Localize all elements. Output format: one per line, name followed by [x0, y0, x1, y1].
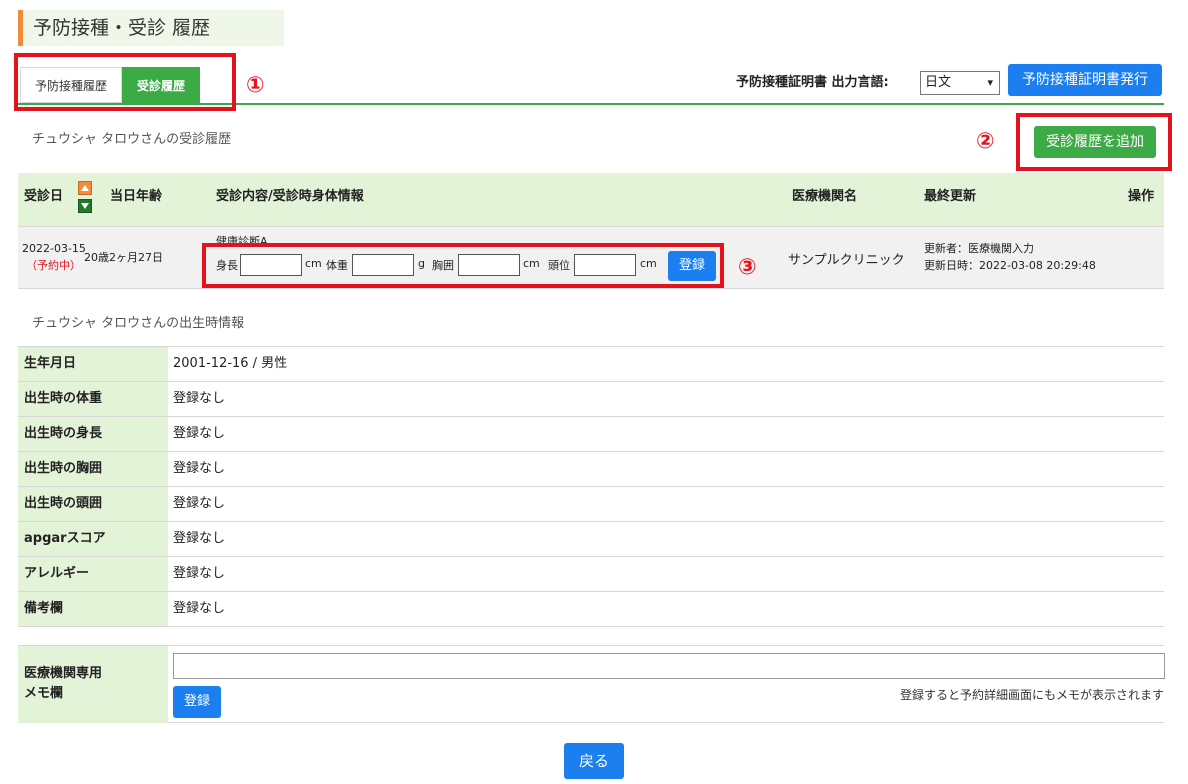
- sort-descending-icon[interactable]: [78, 199, 92, 213]
- annotation-number-1: ①: [246, 73, 265, 98]
- row-value: 2001-12-16 / 男性: [173, 356, 288, 371]
- annotation-number-2: ②: [976, 129, 995, 154]
- birth-info-subtitle: チュウシャ タロウさんの出生時情報: [32, 316, 245, 331]
- back-button[interactable]: 戻る: [564, 743, 624, 779]
- annotation-number-3: ③: [738, 255, 757, 280]
- row-label: 出生時の頭囲: [18, 487, 168, 521]
- language-selected-value: 日文: [925, 75, 952, 90]
- column-header-action: 操作: [1128, 189, 1155, 204]
- table-row: 出生時の頭囲 登録なし: [18, 487, 1164, 522]
- table-row: 備考欄 登録なし: [18, 592, 1164, 627]
- memo-label: 医療機関専用 メモ欄: [18, 646, 168, 723]
- row-value: 登録なし: [173, 601, 226, 616]
- issue-certificate-button[interactable]: 予防接種証明書発行: [1008, 64, 1162, 96]
- memo-section: 医療機関専用 メモ欄 登録 登録すると予約詳細画面にもメモが表示されます: [18, 645, 1165, 723]
- row-label: 出生時の身長: [18, 417, 168, 451]
- column-header-updated: 最終更新: [924, 189, 977, 204]
- table-row: apgarスコア 登録なし: [18, 522, 1164, 557]
- row-value: 登録なし: [173, 391, 226, 406]
- table-row: アレルギー 登録なし: [18, 557, 1164, 592]
- annotation-box-1: [14, 53, 236, 111]
- sort-ascending-icon[interactable]: [78, 181, 92, 195]
- chevron-down-icon: ▾: [987, 76, 993, 89]
- page-title: 予防接種・受診 履歴: [18, 10, 284, 46]
- column-header-date: 受診日: [24, 189, 64, 204]
- updated-at: 更新日時：2022-03-08 20:29:48: [924, 259, 1096, 272]
- table-row: 出生時の身長 登録なし: [18, 417, 1164, 452]
- visit-status: （予約中）: [26, 259, 81, 272]
- row-value: 登録なし: [173, 566, 226, 581]
- updated-by: 更新者：医療機関入力: [924, 242, 1034, 255]
- certificate-language-label: 予防接種証明書 出力言語:: [736, 75, 889, 90]
- column-header-content: 受診内容/受診時身体情報: [216, 189, 364, 204]
- row-value: 登録なし: [173, 426, 226, 441]
- memo-register-button[interactable]: 登録: [173, 686, 221, 718]
- table-row: 出生時の体重 登録なし: [18, 382, 1164, 417]
- visit-age: 20歳2ヶ月27日: [84, 251, 163, 264]
- birth-info-table: 生年月日 2001-12-16 / 男性 出生時の体重 登録なし 出生時の身長 登録な…: [18, 346, 1164, 627]
- memo-note: 登録すると予約詳細画面にもメモが表示されます: [899, 688, 1164, 702]
- column-header-age: 当日年齢: [110, 189, 163, 204]
- row-value: 登録なし: [173, 531, 226, 546]
- table-header: 受診日 当日年齢 受診内容/受診時身体情報 医療機関名 最終更新 操作: [18, 173, 1164, 227]
- language-select[interactable]: 日文 ▾: [920, 71, 1000, 95]
- annotation-box-3: [202, 243, 724, 288]
- clinic-name: サンプルクリニック: [788, 253, 905, 268]
- row-value: 登録なし: [173, 461, 226, 476]
- table-row: 生年月日 2001-12-16 / 男性: [18, 347, 1164, 382]
- memo-label-line1: 医療機関専用: [24, 666, 103, 681]
- table-row: 出生時の胸囲 登録なし: [18, 452, 1164, 487]
- row-label: apgarスコア: [18, 522, 168, 556]
- row-value: 登録なし: [173, 496, 226, 511]
- memo-label-line2: メモ欄: [24, 686, 64, 701]
- row-label: 生年月日: [18, 347, 168, 381]
- row-label: アレルギー: [18, 557, 168, 591]
- add-visit-button[interactable]: 受診履歴を追加: [1034, 126, 1156, 158]
- memo-input[interactable]: [173, 653, 1165, 679]
- visit-date: 2022-03-15: [22, 242, 86, 255]
- row-label: 備考欄: [18, 592, 168, 626]
- row-label: 出生時の体重: [18, 382, 168, 416]
- column-header-clinic: 医療機関名: [792, 189, 858, 204]
- row-label: 出生時の胸囲: [18, 452, 168, 486]
- visit-history-subtitle: チュウシャ タロウさんの受診履歴: [32, 132, 232, 147]
